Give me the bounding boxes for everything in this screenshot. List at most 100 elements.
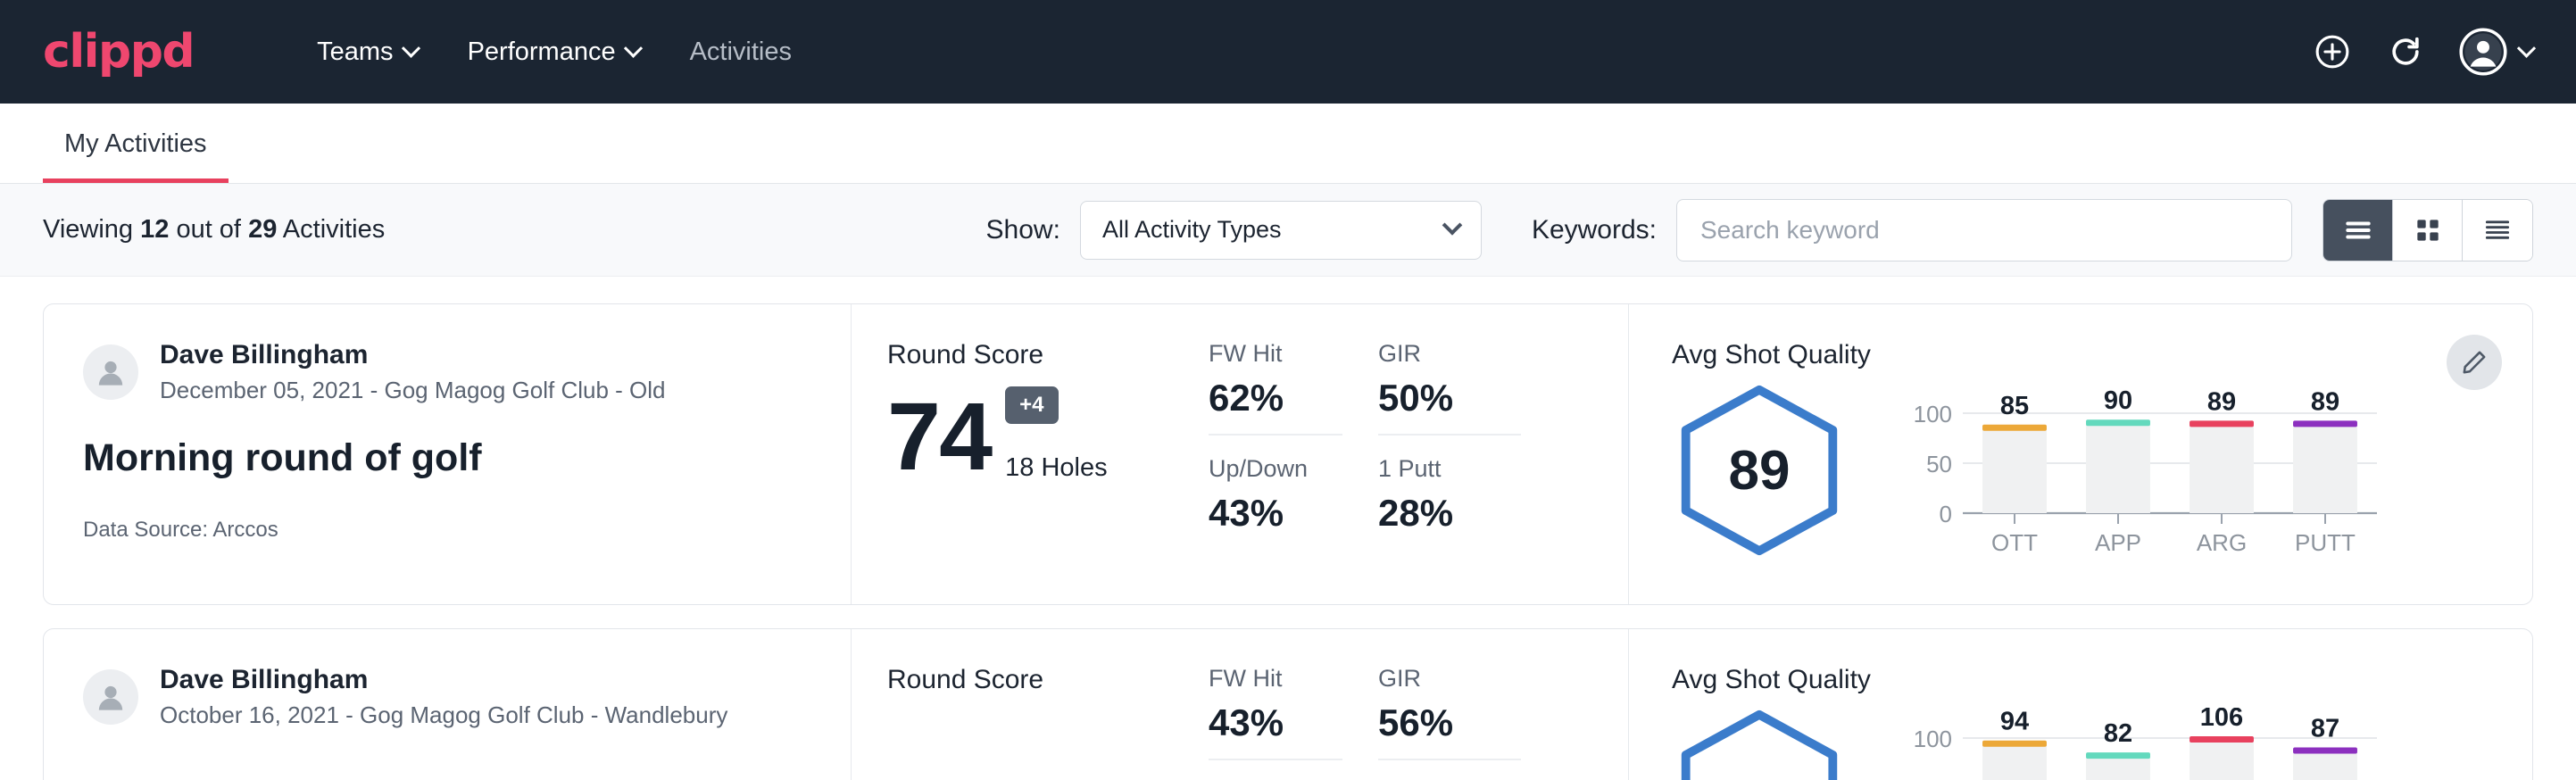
- viewing-mid: out of: [176, 215, 241, 244]
- activity-author-name: Dave Billingham: [160, 340, 666, 370]
- clippd-logo[interactable]: clippd: [43, 25, 194, 79]
- stats-grid: FW Hit 43% GIR 56%: [1209, 665, 1628, 780]
- score-to-par-badge: +4: [1005, 386, 1058, 424]
- top-navigation-bar: clippd Teams Performance Activities: [0, 0, 2576, 104]
- activity-summary-column: Dave Billingham December 05, 2021 - Gog …: [44, 304, 852, 604]
- svg-text:82: 82: [2104, 719, 2132, 748]
- stat-one-putt-value: 28%: [1378, 492, 1521, 535]
- stats-column: FW Hit 43% GIR 56%: [1209, 629, 1628, 780]
- bar-chart-svg: 05010085OTT90APP89ARG89PUTT: [1900, 383, 2382, 558]
- viewing-prefix: Viewing: [43, 215, 133, 244]
- avg-shot-quality-label: Avg Shot Quality: [1672, 340, 2493, 370]
- round-score-column: Round Score: [852, 629, 1209, 780]
- holes-label: 18 Holes: [1005, 453, 1107, 483]
- svg-text:0: 0: [1940, 501, 1952, 527]
- search-input[interactable]: [1676, 199, 2292, 261]
- viewing-suffix: Activities: [283, 215, 385, 244]
- stat-fw-hit-value: 43%: [1209, 701, 1342, 744]
- activity-author: Dave Billingham October 16, 2021 - Gog M…: [83, 665, 811, 729]
- activity-data-source: Data Source: Arccos: [83, 518, 811, 543]
- stat-gir: GIR 50%: [1378, 340, 1521, 436]
- nav-item-teams[interactable]: Teams: [292, 21, 442, 83]
- stat-up-down: Up/Down 43%: [1209, 455, 1342, 549]
- list-view-button[interactable]: [2323, 200, 2393, 261]
- nav-item-activities[interactable]: Activities: [665, 21, 817, 83]
- refresh-icon[interactable]: [2386, 32, 2425, 71]
- plus-circle-icon[interactable]: [2313, 32, 2352, 71]
- stat-gir: GIR 56%: [1378, 665, 1521, 760]
- round-score-value-row: 74 +4 18 Holes: [887, 386, 1209, 483]
- stat-fw-hit-label: FW Hit: [1209, 665, 1342, 693]
- round-score-label: Round Score: [887, 340, 1209, 370]
- avg-shot-quality-column: Avg Shot Quality 89 0 50 100 85 OTT 90 APP 89 AR…: [1628, 304, 2532, 604]
- filter-controls: Show: All Activity Types Keywords:: [986, 199, 2533, 261]
- view-mode-toggle: [2323, 199, 2533, 261]
- avg-shot-quality-label: Avg Shot Quality: [1672, 665, 2493, 695]
- stats-grid: FW Hit 62% GIR 50% Up/Down 43% 1 Putt 28…: [1209, 340, 1628, 549]
- nav-item-performance-label: Performance: [468, 37, 616, 67]
- round-score-label: Round Score: [887, 665, 1209, 695]
- svg-text:90: 90: [2104, 386, 2132, 415]
- stat-gir-label: GIR: [1378, 340, 1521, 368]
- avatar: [83, 344, 138, 400]
- activity-card-list: Dave Billingham December 05, 2021 - Gog …: [0, 277, 2576, 780]
- primary-nav-links: Teams Performance Activities: [292, 21, 817, 83]
- edit-activity-button[interactable]: [2447, 335, 2502, 390]
- stats-column: FW Hit 62% GIR 50% Up/Down 43% 1 Putt 28…: [1209, 304, 1628, 604]
- svg-text:100: 100: [1914, 726, 1952, 752]
- svg-text:50: 50: [1926, 776, 1952, 780]
- stat-gir-value: 56%: [1378, 701, 1521, 744]
- filter-toolbar: Viewing 12 out of 29 Activities Show: Al…: [0, 184, 2576, 277]
- svg-text:106: 106: [2200, 708, 2243, 732]
- chevron-down-icon: [401, 38, 420, 57]
- viewing-count: 12: [140, 215, 169, 244]
- grid-view-button[interactable]: [2393, 200, 2463, 261]
- activity-type-select[interactable]: All Activity Types: [1080, 201, 1482, 260]
- round-score-column: Round Score 74 +4 18 Holes: [852, 304, 1209, 604]
- round-score-value: 74: [887, 391, 991, 483]
- avg-shot-quality-hexagon: [1672, 708, 1847, 780]
- nav-item-performance[interactable]: Performance: [443, 21, 665, 83]
- stat-fw-hit: FW Hit 62%: [1209, 340, 1342, 436]
- svg-text:ARG: ARG: [2197, 529, 2247, 556]
- nav-actions: [2313, 28, 2533, 76]
- svg-text:APP: APP: [2095, 529, 2141, 556]
- activity-card[interactable]: Dave Billingham December 05, 2021 - Gog …: [43, 303, 2533, 605]
- viewing-summary: Viewing 12 out of 29 Activities: [43, 215, 385, 245]
- activity-type-select-value: All Activity Types: [1102, 216, 1282, 244]
- svg-text:89: 89: [2311, 387, 2339, 416]
- round-score-side: +4 18 Holes: [1005, 386, 1107, 483]
- nav-item-teams-label: Teams: [317, 37, 393, 67]
- compact-view-button[interactable]: [2463, 200, 2532, 261]
- avg-shot-quality-body: 05010094OTT82APP106ARG87PUTT: [1672, 708, 2493, 780]
- svg-text:50: 50: [1926, 451, 1952, 477]
- svg-text:100: 100: [1914, 401, 1952, 427]
- avg-shot-quality-body: 89 05010085OTT90APP89ARG89PUTT: [1672, 383, 2493, 558]
- tab-strip: My Activities: [0, 104, 2576, 184]
- activity-author-text: Dave Billingham October 16, 2021 - Gog M…: [160, 665, 727, 729]
- bar-chart-svg: 05010094OTT82APP106ARG87PUTT: [1900, 708, 2382, 780]
- stat-one-putt-label: 1 Putt: [1378, 455, 1521, 483]
- stat-gir-value: 50%: [1378, 377, 1521, 419]
- stat-up-down-label: Up/Down: [1209, 455, 1342, 483]
- svg-text:OTT: OTT: [1991, 529, 2038, 556]
- keywords-label: Keywords:: [1532, 215, 1657, 245]
- activity-meta: December 05, 2021 - Gog Magog Golf Club …: [160, 377, 666, 404]
- svg-text:85: 85: [2000, 392, 2029, 420]
- svg-text:94: 94: [2000, 708, 2029, 736]
- activity-title: Morning round of golf: [83, 436, 811, 480]
- stat-fw-hit-value: 62%: [1209, 377, 1342, 419]
- activity-card[interactable]: Dave Billingham October 16, 2021 - Gog M…: [43, 628, 2533, 780]
- tab-my-activities[interactable]: My Activities: [43, 129, 229, 183]
- chevron-down-icon: [2517, 38, 2536, 57]
- chevron-down-icon: [1442, 215, 1463, 236]
- activity-author: Dave Billingham December 05, 2021 - Gog …: [83, 340, 811, 404]
- activity-author-text: Dave Billingham December 05, 2021 - Gog …: [160, 340, 666, 404]
- activity-summary-column: Dave Billingham October 16, 2021 - Gog M…: [44, 629, 852, 780]
- avg-shot-quality-value: 89: [1672, 383, 1847, 558]
- stat-fw-hit: FW Hit 43%: [1209, 665, 1342, 760]
- account-avatar-icon[interactable]: [2459, 28, 2533, 76]
- stat-one-putt: 1 Putt 28%: [1378, 455, 1521, 549]
- show-label: Show:: [986, 215, 1060, 245]
- activity-author-name: Dave Billingham: [160, 665, 727, 695]
